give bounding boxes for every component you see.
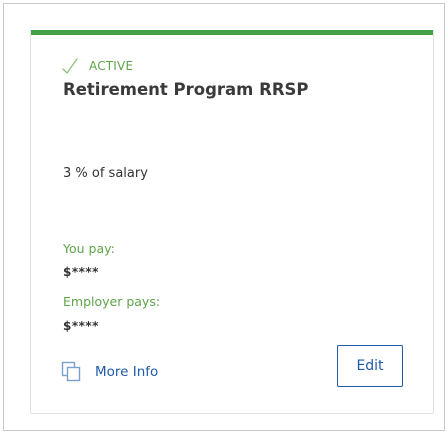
card-accent-bar (31, 30, 433, 35)
page-frame: ACTIVE Retirement Program RRSP 3 % of sa… (3, 3, 445, 431)
check-icon (61, 57, 79, 75)
contribution-rate: 3 % of salary (63, 166, 148, 181)
plan-title: Retirement Program RRSP (63, 80, 309, 99)
status-row: ACTIVE (61, 56, 133, 76)
employer-pays-value: $**** (63, 319, 99, 333)
you-pay-label: You pay: (63, 241, 115, 256)
edit-button[interactable]: Edit (337, 345, 403, 387)
more-info-label[interactable]: More Info (95, 364, 158, 380)
employer-pays-label: Employer pays: (63, 294, 161, 309)
more-info-link[interactable]: More Info (61, 361, 158, 383)
copy-icon (61, 361, 83, 383)
you-pay-value: $**** (63, 265, 99, 279)
status-badge: ACTIVE (89, 59, 134, 73)
benefit-card: ACTIVE Retirement Program RRSP 3 % of sa… (30, 30, 434, 414)
